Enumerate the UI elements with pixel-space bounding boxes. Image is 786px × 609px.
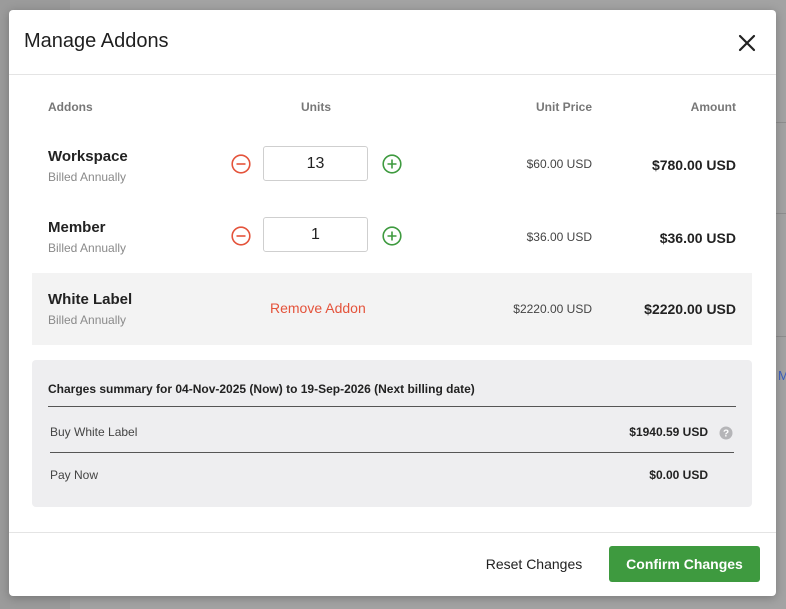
increment-button[interactable] xyxy=(382,154,402,174)
unit-price: $60.00 USD xyxy=(526,157,592,171)
summary-line-label: Pay Now xyxy=(50,468,99,482)
divider xyxy=(50,452,734,453)
addon-row-workspace: Workspace Billed Annually $60.00 USD $78… xyxy=(9,140,776,200)
header-unit-price: Unit Price xyxy=(535,100,592,114)
addon-name: White Label xyxy=(48,291,133,308)
divider xyxy=(48,406,736,407)
help-circle-icon: ? xyxy=(719,426,733,440)
background-divider xyxy=(775,122,786,123)
addon-name: Workspace xyxy=(48,148,128,165)
decrement-button[interactable] xyxy=(231,154,251,174)
amount: $36.00 USD xyxy=(659,230,736,246)
amount: $780.00 USD xyxy=(651,157,736,173)
header-addons: Addons xyxy=(48,100,93,114)
svg-text:?: ? xyxy=(723,429,729,440)
close-button[interactable] xyxy=(734,30,760,56)
confirm-changes-button[interactable]: Confirm Changes xyxy=(609,546,760,582)
addon-name: Member xyxy=(48,219,106,236)
addon-billing: Billed Annually xyxy=(48,170,127,184)
modal-title: Manage Addons xyxy=(24,30,169,52)
unit-price: $36.00 USD xyxy=(526,230,592,244)
remove-addon-link[interactable]: Remove Addon xyxy=(270,300,366,316)
summary-line-value: $0.00 USD xyxy=(649,468,708,482)
summary-line-label: Buy White Label xyxy=(50,425,138,439)
addon-billing: Billed Annually xyxy=(48,313,127,327)
modal-footer: Reset Changes Confirm Changes xyxy=(9,532,776,596)
units-input[interactable] xyxy=(263,146,368,181)
addon-row-member: Member Billed Annually $36.00 USD $36.00… xyxy=(9,211,776,271)
close-icon xyxy=(738,34,756,52)
manage-addons-modal: Manage Addons Addons Units Unit Price Am… xyxy=(9,10,776,596)
amount: $2220.00 USD xyxy=(644,301,736,317)
decrement-button[interactable] xyxy=(231,226,251,246)
reset-changes-button[interactable]: Reset Changes xyxy=(476,546,592,582)
addon-row-white-label: White Label Billed Annually Remove Addon… xyxy=(9,273,776,345)
units-input[interactable] xyxy=(263,217,368,252)
plus-circle-icon xyxy=(382,154,402,174)
minus-circle-icon xyxy=(231,226,251,246)
plus-circle-icon xyxy=(382,226,402,246)
increment-button[interactable] xyxy=(382,226,402,246)
summary-line-value: $1940.59 USD xyxy=(629,425,708,439)
background-divider xyxy=(775,336,786,337)
minus-circle-icon xyxy=(231,154,251,174)
help-icon[interactable]: ? xyxy=(719,426,733,440)
addon-billing: Billed Annually xyxy=(48,241,127,255)
background-divider xyxy=(775,213,786,214)
header-units: Units xyxy=(301,100,331,114)
unit-price: $2220.00 USD xyxy=(513,302,592,316)
charges-summary: Charges summary for 04-Nov-2025 (Now) to… xyxy=(32,360,752,507)
header-amount: Amount xyxy=(690,100,736,114)
background-link: M xyxy=(778,368,786,383)
modal-header: Manage Addons xyxy=(9,10,776,75)
summary-title: Charges summary for 04-Nov-2025 (Now) to… xyxy=(48,382,475,396)
